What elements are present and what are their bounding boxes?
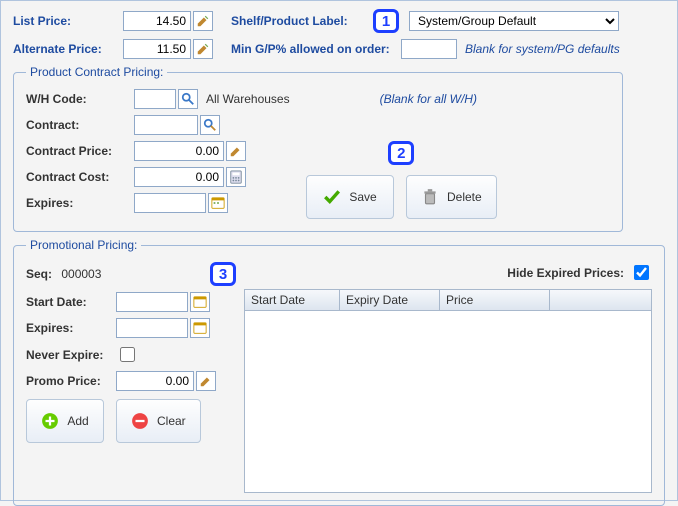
pencil-icon (199, 374, 213, 388)
check-icon (323, 188, 341, 206)
contract-pricing-fieldset: Product Contract Pricing: W/H Code: All … (13, 65, 623, 232)
row-alternate-price: Alternate Price: Min G/P% allowed on ord… (13, 39, 665, 59)
contract-lookup-button[interactable] (200, 115, 220, 135)
col-price[interactable]: Price (440, 290, 550, 310)
magnifier-icon (203, 118, 217, 132)
contract-label: Contract: (26, 118, 134, 132)
alternate-price-label: Alternate Price: (13, 42, 123, 56)
never-expire-checkbox[interactable] (120, 347, 135, 362)
wh-hint: (Blank for all W/H) (380, 92, 477, 106)
min-gp-hint: Blank for system/PG defaults (465, 42, 620, 56)
promo-expires-input[interactable] (116, 318, 188, 338)
col-start-date[interactable]: Start Date (245, 290, 340, 310)
promo-price-label: Promo Price: (26, 374, 116, 388)
promo-start-date-input[interactable] (116, 292, 188, 312)
col-blank (550, 290, 651, 310)
magnifier-icon (181, 92, 195, 106)
alternate-price-input[interactable] (123, 39, 191, 59)
pencil-icon (196, 42, 210, 56)
promo-start-date-button[interactable] (190, 292, 210, 312)
hide-expired-label: Hide Expired Prices: (507, 266, 624, 280)
promo-price-input[interactable] (116, 371, 194, 391)
contract-price-edit-button[interactable] (226, 141, 246, 161)
clear-button[interactable]: Clear (116, 399, 201, 443)
callout-1: 1 (373, 9, 399, 33)
promotional-pricing-legend: Promotional Pricing: (26, 238, 141, 252)
calculator-icon (229, 170, 243, 184)
shelf-product-label-select[interactable]: System/Group Default (409, 11, 619, 31)
contract-cost-calc-button[interactable] (226, 167, 246, 187)
alternate-price-edit-button[interactable] (193, 39, 213, 59)
list-price-input[interactable] (123, 11, 191, 31)
contract-expires-label: Expires: (26, 196, 134, 210)
calendar-icon (193, 295, 207, 309)
hide-expired-checkbox[interactable] (634, 265, 649, 280)
callout-2: 2 (388, 141, 414, 165)
callout-3: 3 (210, 262, 236, 286)
promotional-pricing-fieldset: Promotional Pricing: Seq: 000003 3 Start… (13, 238, 665, 506)
contract-pricing-legend: Product Contract Pricing: (26, 65, 167, 79)
contract-expires-date-button[interactable] (208, 193, 228, 213)
delete-button[interactable]: Delete (406, 175, 497, 219)
plus-icon (41, 412, 59, 430)
list-price-edit-button[interactable] (193, 11, 213, 31)
seq-value: 000003 (61, 267, 101, 281)
pricing-panel: List Price: Shelf/Product Label: 1 Syste… (0, 0, 678, 501)
seq-label: Seq: (26, 267, 52, 281)
wh-code-input[interactable] (134, 89, 176, 109)
add-button[interactable]: Add (26, 399, 104, 443)
never-expire-label: Never Expire: (26, 348, 116, 362)
min-gp-label: Min G/P% allowed on order: (231, 42, 401, 56)
promo-expires-date-button[interactable] (190, 318, 210, 338)
contract-cost-input[interactable] (134, 167, 224, 187)
trash-icon (421, 188, 439, 206)
minus-icon (131, 412, 149, 430)
wh-code-label: W/H Code: (26, 92, 134, 106)
promo-price-edit-button[interactable] (196, 371, 216, 391)
wh-code-caption: All Warehouses (206, 92, 290, 106)
wh-code-lookup-button[interactable] (178, 89, 198, 109)
contract-price-input[interactable] (134, 141, 224, 161)
col-expiry-date[interactable]: Expiry Date (340, 290, 440, 310)
promo-grid-header: Start Date Expiry Date Price (244, 289, 652, 311)
list-price-label: List Price: (13, 14, 123, 28)
min-gp-input[interactable] (401, 39, 457, 59)
contract-price-label: Contract Price: (26, 144, 134, 158)
calendar-icon (211, 196, 225, 210)
contract-input[interactable] (134, 115, 198, 135)
contract-expires-input[interactable] (134, 193, 206, 213)
pencil-icon (229, 144, 243, 158)
promo-expires-label: Expires: (26, 321, 116, 335)
row-list-price: List Price: Shelf/Product Label: 1 Syste… (13, 9, 665, 33)
calendar-icon (193, 321, 207, 335)
save-button[interactable]: Save (306, 175, 394, 219)
shelf-product-label-label: Shelf/Product Label: (231, 14, 369, 28)
promo-grid-body[interactable] (244, 311, 652, 493)
pencil-icon (196, 14, 210, 28)
promo-start-date-label: Start Date: (26, 295, 116, 309)
contract-cost-label: Contract Cost: (26, 170, 134, 184)
